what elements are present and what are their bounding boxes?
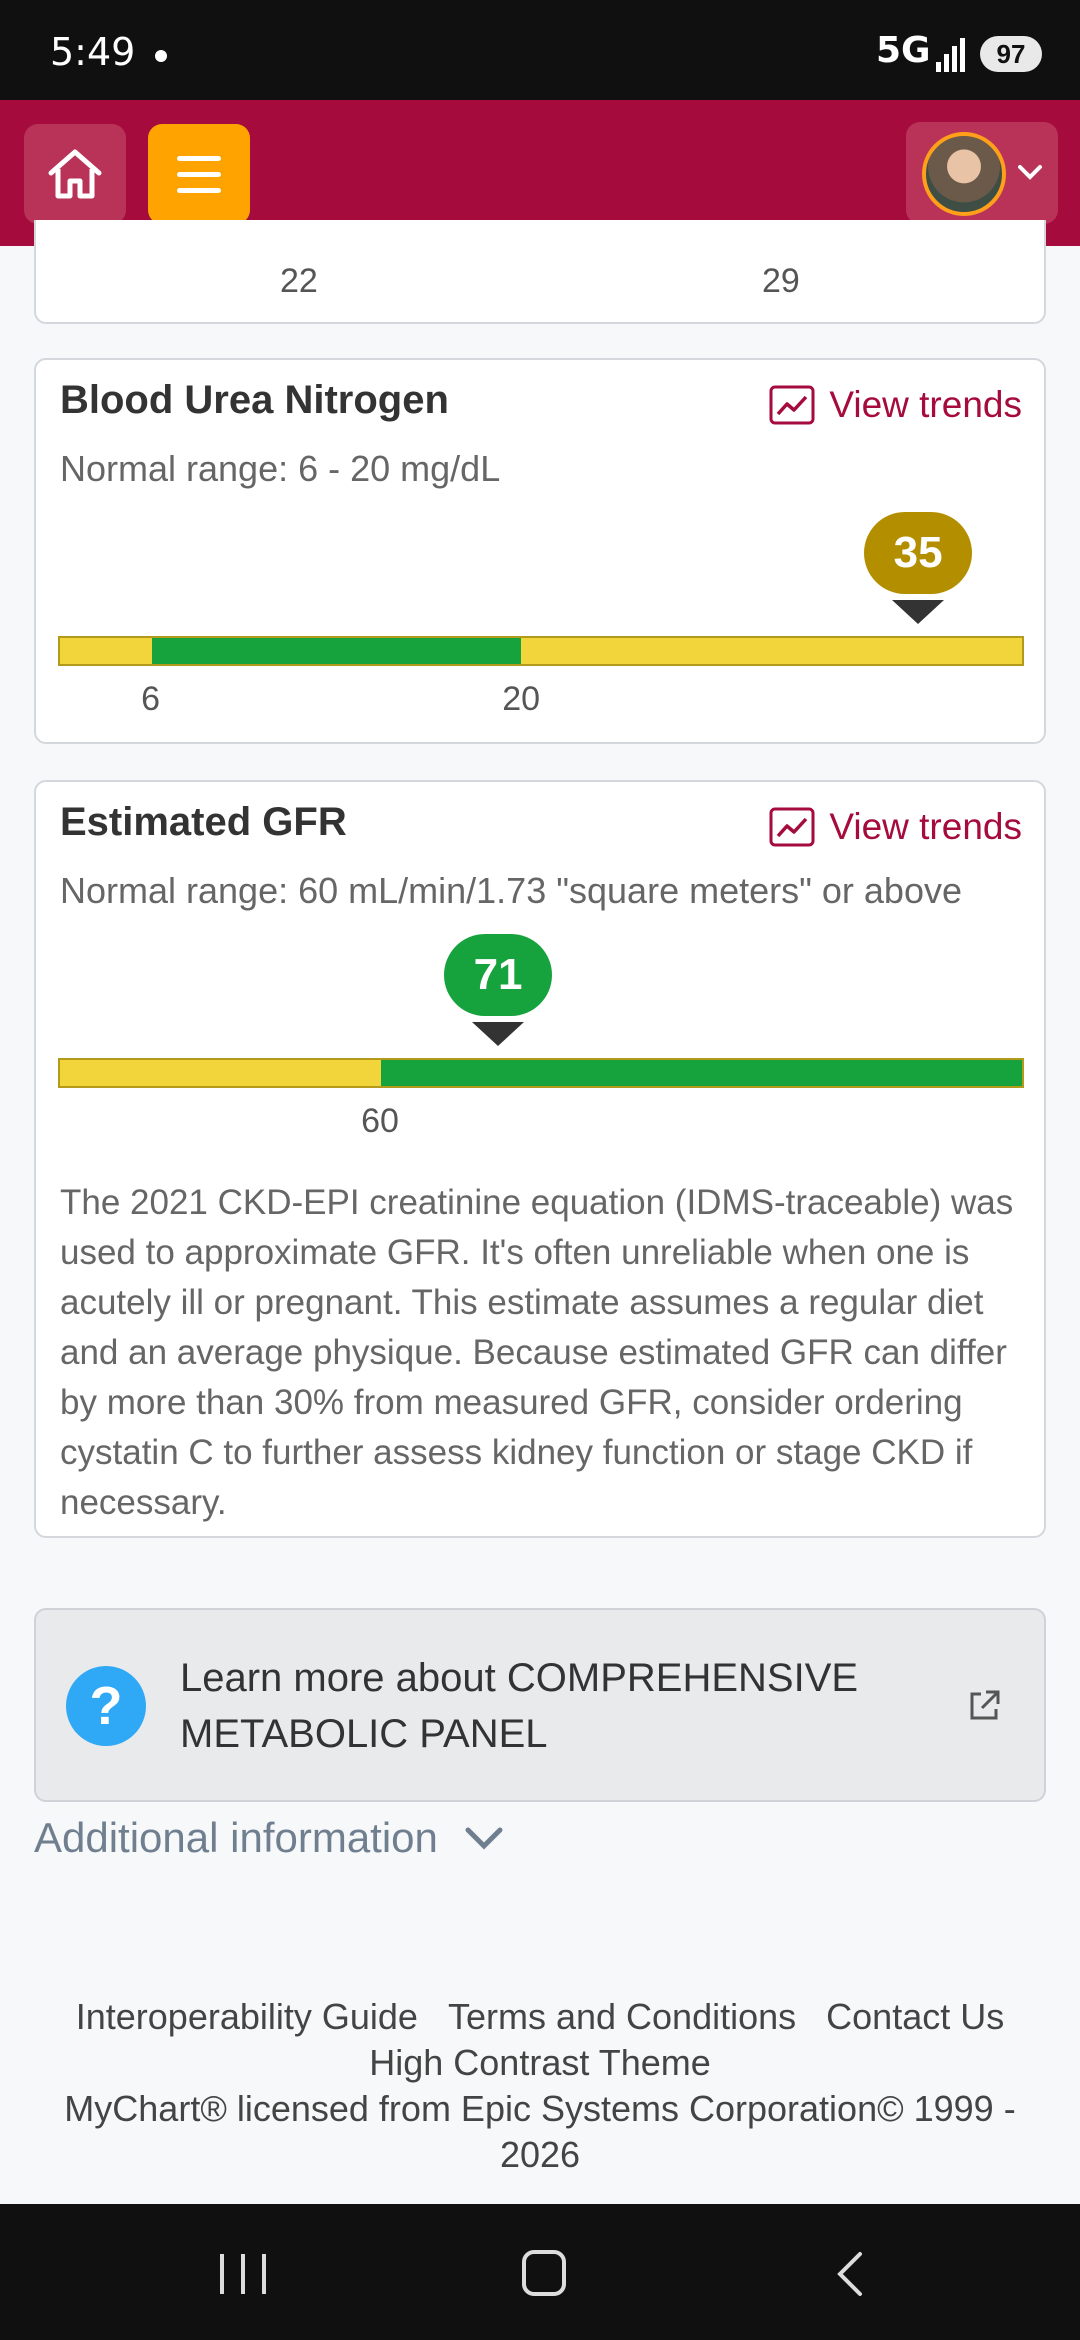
tick-label: 6	[141, 680, 161, 718]
view-trends-label: View trends	[829, 384, 1022, 425]
footer-link-high-contrast[interactable]: High Contrast Theme	[369, 2042, 711, 2083]
below-range-segment	[60, 1060, 381, 1086]
egfr-description: The 2021 CKD-EPI creatinine equation (ID…	[60, 1183, 1014, 1522]
home-button[interactable]	[24, 124, 126, 224]
help-icon: ?	[66, 1666, 146, 1746]
view-trends-link[interactable]: View trends	[769, 384, 1022, 426]
footer: Interoperability Guide Terms and Conditi…	[60, 1994, 1020, 2178]
tick-label: 60	[361, 1102, 399, 1140]
footer-link-interoperability[interactable]: Interoperability Guide	[76, 1996, 418, 2037]
home-icon	[48, 149, 102, 199]
previous-result-card: 22 29	[34, 220, 1046, 324]
above-range-segment	[521, 638, 1022, 664]
battery-indicator: 97	[980, 36, 1042, 72]
trend-chart-icon	[769, 385, 815, 425]
learn-more-text: Learn more about COMPREHENSIVE METABOLIC…	[180, 1656, 859, 1756]
trend-chart-icon	[769, 807, 815, 847]
signal-icon	[936, 36, 966, 72]
range-bar	[58, 1058, 1024, 1088]
back-icon[interactable]	[830, 2250, 870, 2298]
egfr-result-card: Estimated GFR View trends Normal range: …	[34, 780, 1046, 1538]
bun-result-card: Blood Urea Nitrogen View trends Normal r…	[34, 358, 1046, 744]
marker-arrow-icon	[892, 600, 945, 624]
chevron-down-icon	[465, 1827, 503, 1850]
view-trends-link[interactable]: View trends	[769, 806, 1022, 848]
status-time: 5:49	[50, 30, 136, 74]
result-value-marker: 71	[444, 934, 553, 1046]
tick-label: 22	[280, 262, 318, 300]
additional-information-toggle[interactable]: Additional information	[34, 1814, 504, 1862]
normal-range-text: Normal range: 60 mL/min/1.73 "square met…	[60, 870, 962, 911]
status-bar: 5:49 5G 97	[0, 0, 1080, 100]
normal-range-segment	[152, 638, 522, 664]
menu-button[interactable]	[148, 124, 250, 224]
external-link-icon	[970, 1690, 1000, 1720]
recent-apps-icon[interactable]	[220, 2254, 266, 2294]
range-bar	[58, 636, 1024, 666]
tick-label: 20	[502, 680, 541, 718]
system-nav-bar	[0, 2204, 1080, 2340]
below-range-segment	[60, 638, 153, 664]
result-value-badge: 71	[444, 934, 553, 1016]
normal-range-text: Normal range: 6 - 20 mg/dL	[60, 448, 501, 489]
hamburger-menu-icon	[177, 155, 221, 161]
result-value-marker: 35	[864, 512, 973, 624]
footer-link-contact[interactable]: Contact Us	[826, 1996, 1004, 2037]
chevron-down-icon	[1018, 165, 1042, 180]
learn-more-link[interactable]: ? Learn more about COMPREHENSIVE METABOL…	[34, 1608, 1046, 1802]
tick-label: 29	[762, 262, 800, 300]
footer-links: Interoperability Guide Terms and Conditi…	[60, 1994, 1020, 2086]
system-home-icon[interactable]	[522, 2250, 566, 2296]
footer-link-terms[interactable]: Terms and Conditions	[448, 1996, 796, 2037]
result-value-badge: 35	[864, 512, 973, 594]
view-trends-label: View trends	[829, 806, 1022, 847]
result-title: Estimated GFR	[60, 800, 347, 844]
avatar	[922, 132, 1006, 216]
marker-arrow-icon	[472, 1022, 525, 1046]
notification-dot	[155, 50, 167, 62]
license-text: MyChart® licensed from Epic Systems Corp…	[64, 2088, 1016, 2175]
network-type: 5G	[876, 30, 931, 71]
additional-information-label: Additional information	[34, 1814, 438, 1861]
profile-button[interactable]	[906, 122, 1058, 224]
result-title: Blood Urea Nitrogen	[60, 378, 449, 422]
normal-range-segment	[380, 1060, 1022, 1086]
